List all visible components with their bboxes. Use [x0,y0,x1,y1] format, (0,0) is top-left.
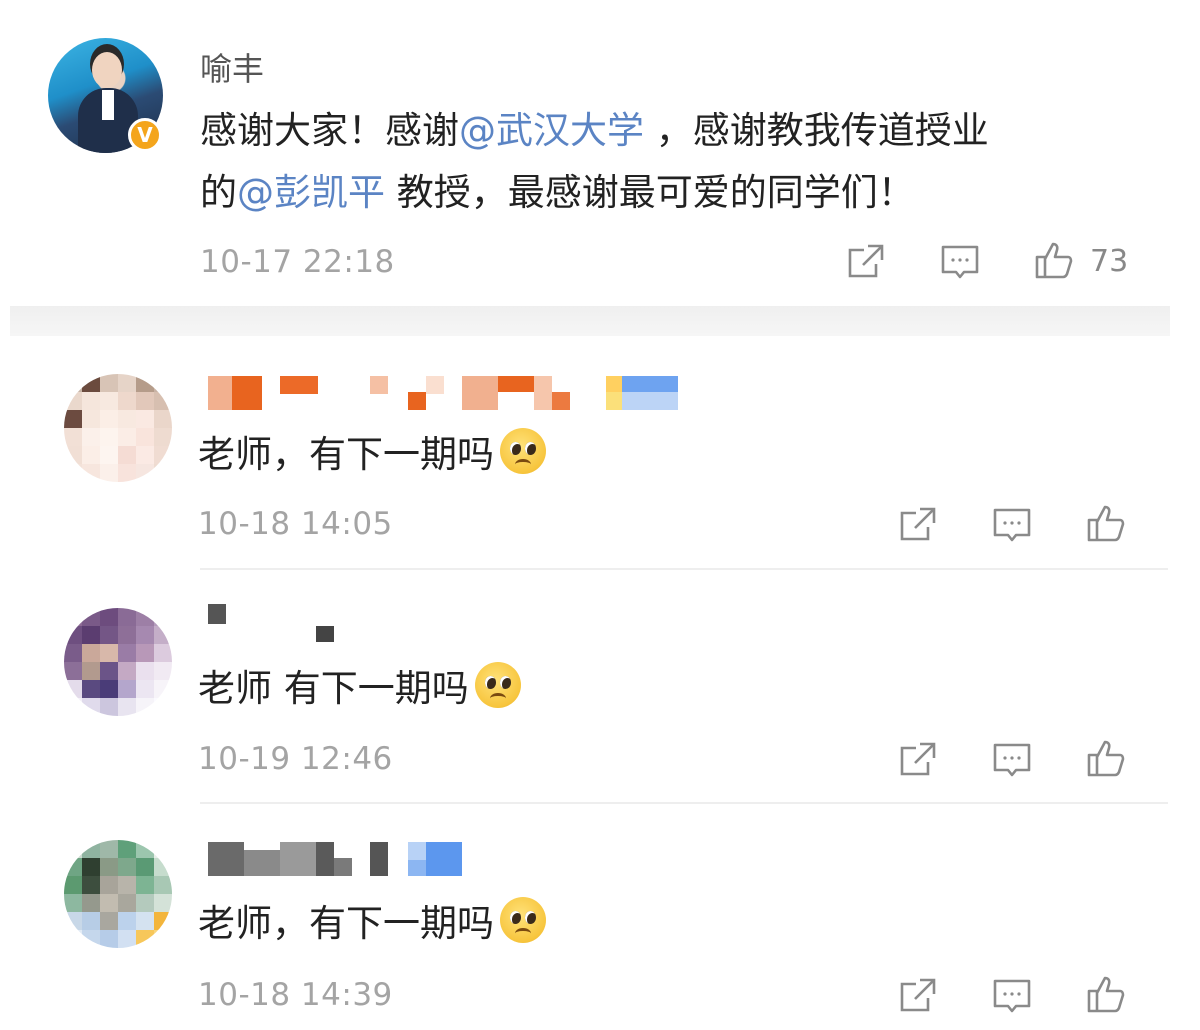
comment-text-content: 老师 有下一期吗 [198,667,469,710]
section-divider [10,306,1170,336]
comment-icon[interactable] [992,976,1032,1016]
author-name[interactable]: 喻丰 [200,44,264,90]
comment-timestamp: 10-19 12:46 [198,741,393,777]
commenter-name-blurred[interactable] [208,376,678,416]
mention-link[interactable]: @彭凯平 [237,171,385,214]
comment-icon[interactable] [992,740,1032,780]
comment-timestamp: 10-18 14:05 [198,506,393,542]
comment-text: 老师，有下一期吗 [198,428,546,476]
comment-icon[interactable] [940,242,980,282]
post-text-part: 教授，最感谢最可爱的同学们！ [385,171,915,214]
post-text-part: ，感谢教我传道授业 [644,109,989,152]
share-icon[interactable] [898,976,938,1016]
share-icon[interactable] [846,242,886,282]
comment-timestamp: 10-18 14:39 [198,977,393,1013]
pleading-face-emoji-icon [474,662,521,708]
post-timestamp: 10-17 22:18 [200,244,395,280]
commenter-avatar-blurred[interactable] [64,608,172,716]
comment-icon[interactable] [992,505,1032,545]
mention-link[interactable]: @武汉大学 [459,109,644,152]
share-icon[interactable] [898,505,938,545]
share-icon[interactable] [898,740,938,780]
commenter-avatar-blurred[interactable] [64,374,172,482]
commenter-avatar-blurred[interactable] [64,840,172,948]
like-icon[interactable] [1034,240,1074,280]
commenter-name-blurred[interactable] [208,842,464,882]
pleading-face-emoji-icon [500,428,546,474]
post-text-part: 的 [200,171,237,214]
comment-divider [200,568,1168,570]
comment-text: 老师，有下一期吗 [198,897,546,945]
pleading-face-emoji-icon [500,897,546,943]
post-text: 感谢大家！感谢@武汉大学 ，感谢教我传道授业 的@彭凯平 教授，最感谢最可爱的同… [200,100,1130,224]
comment-text-content: 老师，有下一期吗 [198,902,494,945]
comment-text: 老师 有下一期吗 [198,662,521,710]
like-count: 73 [1090,244,1129,279]
like-icon[interactable] [1086,738,1126,778]
commenter-name-blurred[interactable] [208,604,348,644]
comment-divider [200,802,1168,804]
post-text-part: 感谢大家！感谢 [200,109,459,152]
comment-text-content: 老师，有下一期吗 [198,433,494,476]
like-icon[interactable] [1086,974,1126,1014]
main-post: V 喻丰 感谢大家！感谢@武汉大学 ，感谢教我传道授业 的@彭凯平 教授，最感谢… [0,0,1200,300]
verified-badge-icon: V [128,118,162,152]
like-icon[interactable] [1086,503,1126,543]
